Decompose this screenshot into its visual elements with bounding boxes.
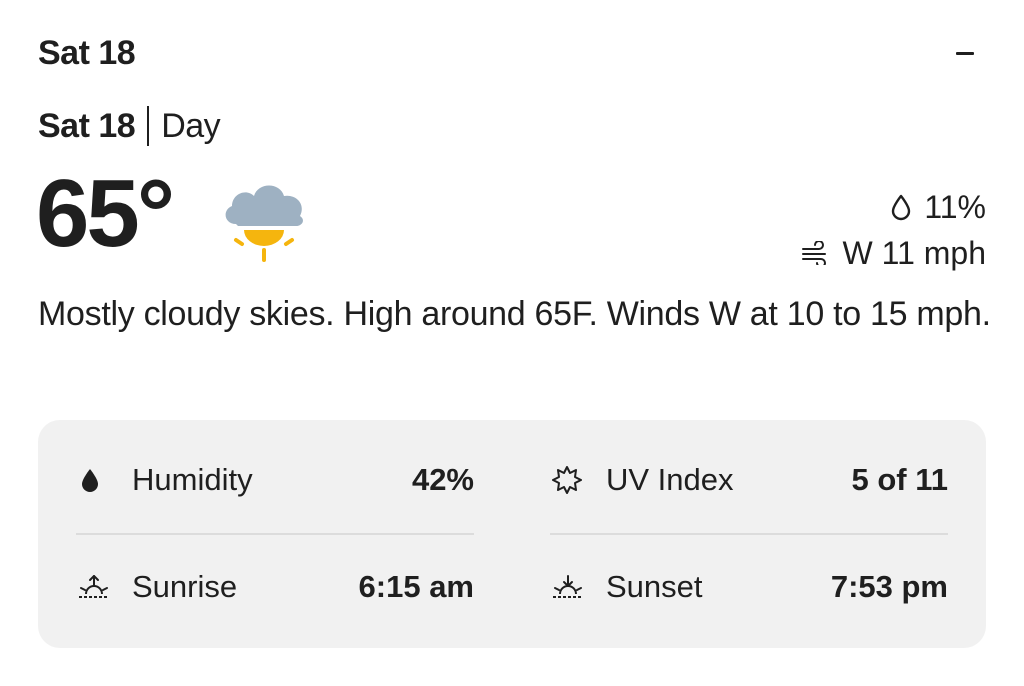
details-card: Humidity 42% UV Index 5 of 11 Sunrise 6:… [38,420,986,648]
sunrise-row: Sunrise 6:15 am [78,557,474,617]
sunset-icon [552,574,592,600]
day-part-label: Day [161,106,221,145]
row-divider [76,533,474,535]
uv-index-value: 5 of 11 [851,462,949,497]
precip-value: 11% [924,188,986,225]
quick-stats: 11% W 11 mph [801,184,986,276]
humidity-row: Humidity 42% [78,450,474,510]
minus-icon [956,51,974,55]
uv-index-row: UV Index 5 of 11 [552,450,948,510]
wind-info: W 11 mph [801,230,986,276]
sunrise-icon [78,574,118,600]
sunrise-value: 6:15 am [358,569,474,604]
sunset-label: Sunset [606,569,703,604]
row-divider [550,533,948,535]
sunset-value: 7:53 pm [830,569,948,604]
day-part-heading: Sat 18 Day [38,106,221,146]
uv-sun-icon [552,465,592,495]
wind-value: W 11 mph [842,234,986,271]
temperature: 65° [36,160,175,267]
sunset-row: Sunset 7:53 pm [552,557,948,617]
partly-cloudy-sun-icon [218,176,308,268]
wind-icon [801,241,826,265]
humidity-value: 42% [411,462,474,497]
collapse-button[interactable] [950,38,980,68]
day-title: Sat 18 [38,34,136,72]
forecast-description: Mostly cloudy skies. High around 65F. Wi… [38,295,991,333]
raindrop-outline-icon [892,194,911,221]
uv-index-label: UV Index [606,462,734,497]
humidity-label: Humidity [132,462,253,497]
drop-filled-icon [78,467,118,493]
day-part-date: Sat 18 [38,106,136,145]
heading-divider [147,106,150,146]
precip-chance: 11% [801,184,986,230]
sunrise-label: Sunrise [132,569,238,604]
